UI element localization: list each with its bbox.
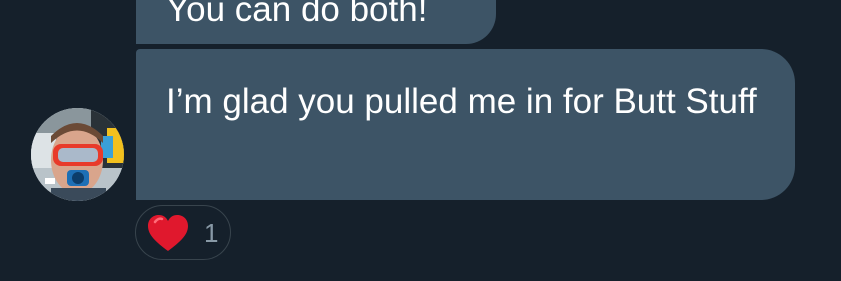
previous-message-bubble[interactable]: You can do both! [136, 0, 496, 44]
reaction-count: 1 [204, 217, 219, 248]
sender-avatar[interactable] [31, 108, 124, 201]
heart-icon [148, 214, 188, 251]
message-text: I’m glad you pulled me in for Butt Stuff [166, 82, 757, 121]
conversation-view: You can do both! I’m glad you pulled me … [0, 0, 841, 281]
message-bubble[interactable]: I’m glad you pulled me in for Butt Stuff [136, 49, 795, 200]
avatar-photo-icon [31, 108, 124, 201]
reaction-button[interactable]: 1 [135, 205, 231, 260]
previous-message-text: You can do both! [166, 0, 428, 29]
